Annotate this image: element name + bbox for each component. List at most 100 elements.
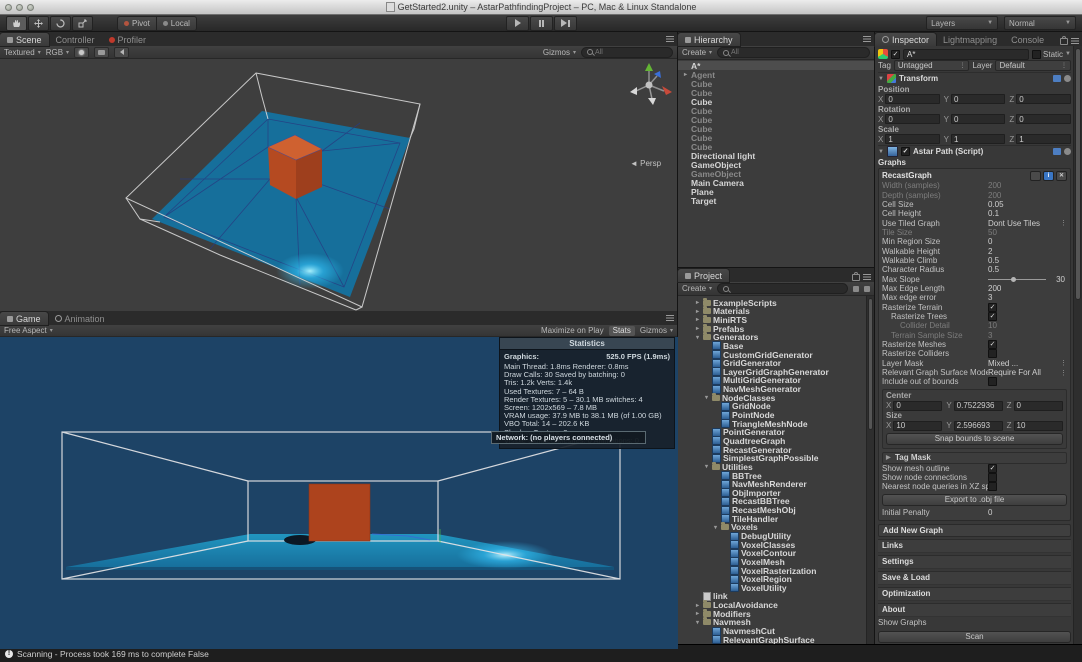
setting-value[interactable]: 0.05 [988, 200, 1004, 209]
aspect-dropdown[interactable]: Free Aspect [4, 326, 53, 335]
setting-row[interactable]: Cell Height 0.1 ⋮ [882, 209, 1067, 218]
project-tree-item[interactable]: NavMeshGenerator [678, 385, 874, 394]
setting-row[interactable]: Layer Mask Mixed ... ⋮ [882, 359, 1067, 368]
gizmo-center[interactable] [646, 82, 653, 89]
setting-row[interactable]: Rasterize Meshes ⋮ [882, 340, 1067, 349]
enum-icon[interactable]: ⋮ [1060, 359, 1067, 367]
enum-icon[interactable]: ⋮ [1060, 369, 1067, 377]
setting-row[interactable]: Max Edge Length 200 ⋮ [882, 284, 1067, 293]
setting-value[interactable]: 2 [988, 247, 992, 256]
setting-value[interactable]: 3 [988, 331, 992, 340]
project-tree-item[interactable]: Modifiers [678, 609, 874, 618]
layers-dropdown[interactable]: Layers▼ [926, 16, 998, 30]
setting-row[interactable]: Depth (samples) 200 ⋮ [882, 190, 1067, 199]
setting-value[interactable]: 0.5 [988, 256, 999, 265]
section-header[interactable]: Links [878, 539, 1071, 553]
game-viewport[interactable]: Statistics Graphics: 525.0 FPS (1.9ms) M… [0, 337, 677, 649]
pause-button[interactable] [530, 16, 553, 31]
setting-row[interactable]: Min Region Size 0 ⋮ [882, 237, 1067, 246]
setting-value[interactable]: Mixed ... [988, 359, 1018, 368]
setting-checkbox[interactable] [988, 312, 997, 321]
foldout-arrow[interactable]: ▶ [886, 454, 892, 461]
recast-graph-title[interactable]: RecastGraph [882, 171, 932, 180]
panel-menu-icon[interactable] [666, 315, 674, 321]
project-tree-item[interactable]: NodeClasses [678, 393, 874, 402]
tab-scene[interactable]: Scene [0, 33, 49, 46]
setting-value[interactable]: 10 [988, 321, 997, 330]
hierarchy-create-button[interactable]: Create [682, 48, 712, 57]
layer-dropdown[interactable]: Default⋮ [995, 60, 1071, 71]
component-enabled-checkbox[interactable] [901, 147, 910, 156]
project-tree-item[interactable]: VoxelUtility [678, 584, 874, 593]
project-scrollbar[interactable] [866, 296, 874, 644]
maximize-on-play-toggle[interactable]: Maximize on Play [541, 326, 604, 335]
lock-icon[interactable] [1060, 38, 1068, 45]
project-tree-item[interactable]: SimplestGraphPossible [678, 454, 874, 463]
active-checkbox[interactable] [891, 50, 900, 59]
setting-checkbox[interactable] [988, 349, 997, 358]
draw-mode-dropdown[interactable]: Textured [4, 48, 41, 57]
setting-value[interactable]: 50 [988, 228, 997, 237]
setting-value[interactable]: 0.5 [988, 265, 999, 274]
perspective-label[interactable]: ◄ Persp [630, 159, 661, 168]
project-tree-item[interactable]: LocalAvoidance [678, 601, 874, 610]
delete-icon[interactable]: ✕ [1056, 171, 1067, 181]
render-mode-dropdown[interactable]: RGB [46, 48, 69, 57]
project-tree-item[interactable]: TileHandler [678, 514, 874, 523]
setting-checkbox[interactable] [988, 464, 997, 473]
tab-controller[interactable]: Controller [49, 33, 102, 46]
pivot-toggle-button[interactable]: Pivot [117, 16, 157, 31]
setting-row[interactable]: Rasterize Trees ⋮ [882, 312, 1067, 321]
setting-row[interactable]: Include out of bounds ⋮ [882, 377, 1067, 386]
section-header[interactable]: Save & Load [878, 571, 1071, 585]
section-header[interactable]: About [878, 603, 1071, 617]
project-tree-item[interactable]: Prefabs [678, 324, 874, 333]
project-create-button[interactable]: Create [682, 284, 712, 293]
search-by-label-icon[interactable] [864, 286, 870, 292]
foldout-arrow[interactable] [694, 325, 701, 332]
position-z-field[interactable]: 0 [1016, 94, 1071, 104]
rotation-y-field[interactable]: 0 [951, 114, 1005, 124]
y-axis-cone[interactable] [645, 63, 653, 71]
foldout-arrow[interactable] [694, 619, 701, 626]
local-toggle-button[interactable]: Local [157, 16, 197, 31]
setting-row[interactable]: Nearest node queries in XZ sp [882, 482, 1067, 491]
step-button[interactable] [554, 16, 577, 31]
project-tree-item[interactable]: ExampleScripts [678, 298, 874, 307]
scan-button[interactable]: Scan [878, 631, 1071, 643]
foldout-arrow[interactable] [694, 610, 701, 617]
position-x-field[interactable]: 0 [885, 94, 939, 104]
setting-row[interactable]: Terrain Sample Size 3 ⋮ [882, 331, 1067, 340]
move-tool-button[interactable] [28, 16, 49, 31]
scene-lighting-toggle[interactable] [74, 47, 89, 58]
info-icon[interactable]: i [1043, 171, 1054, 181]
center-z-field[interactable]: 0 [1014, 401, 1063, 411]
setting-row[interactable]: Collider Detail 10 ⋮ [882, 321, 1067, 330]
setting-row[interactable]: Max edge error 3 ⋮ [882, 293, 1067, 302]
play-button[interactable] [506, 16, 529, 31]
setting-checkbox[interactable] [988, 377, 997, 386]
size-y-field[interactable]: 2.596693 [954, 421, 1003, 431]
scene-search-input[interactable]: All [581, 47, 673, 58]
static-checkbox[interactable] [1032, 50, 1041, 59]
tab-hierarchy[interactable]: Hierarchy [678, 33, 740, 46]
foldout-arrow[interactable] [712, 524, 719, 531]
project-tree-item[interactable]: RelevantGraphSurface [678, 635, 874, 644]
size-z-field[interactable]: 10 [1014, 421, 1063, 431]
tag-mask-foldout[interactable]: ▶ Tag Mask [882, 452, 1067, 464]
layout-dropdown[interactable]: Normal▼ [1004, 16, 1076, 30]
scale-tool-button[interactable] [72, 16, 93, 31]
setting-row[interactable]: Tile Size 50 ⋮ [882, 228, 1067, 237]
scene-audio-toggle[interactable] [114, 47, 129, 58]
lock-icon[interactable] [852, 274, 860, 281]
inspector-scrollbar[interactable] [1073, 46, 1082, 644]
show-graphs-row[interactable]: Show Graphs [878, 617, 1071, 629]
object-name-field[interactable]: A* [903, 49, 1029, 60]
titlebar[interactable]: GetStarted2.unity – AstarPathfindingProj… [0, 0, 1082, 15]
project-tree-item[interactable]: Utilities [678, 463, 874, 472]
help-icon[interactable] [1053, 148, 1061, 155]
setting-row[interactable]: Show mesh outline [882, 464, 1067, 473]
size-x-field[interactable]: 10 [893, 421, 942, 431]
hierarchy-item[interactable]: Target [678, 196, 874, 205]
export-obj-button[interactable]: Export to .obj file [882, 494, 1067, 506]
